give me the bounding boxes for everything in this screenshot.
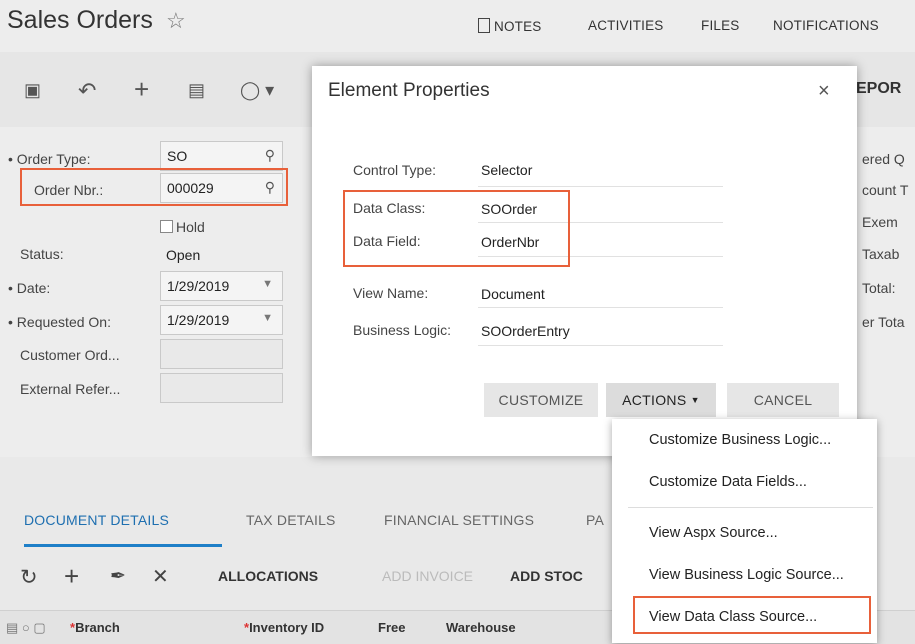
menu-divider (628, 507, 873, 508)
status-value: Open (166, 247, 201, 263)
reports-menu[interactable]: EPOR (856, 80, 901, 98)
cancel-button[interactable]: CANCEL (727, 383, 839, 417)
tab-document-details[interactable]: DOCUMENT DETAILS (24, 512, 169, 528)
right-col-label: count T (862, 182, 909, 198)
allocations-button[interactable]: ALLOCATIONS (218, 568, 318, 584)
order-nbr-highlight (20, 168, 288, 206)
dialog-title: Element Properties (328, 80, 490, 101)
view-name-value: Document (481, 286, 545, 302)
close-icon[interactable]: × (818, 80, 830, 103)
view-name-label: View Name: (353, 285, 429, 301)
business-logic-label: Business Logic: (353, 322, 452, 338)
tab-financial-settings[interactable]: FINANCIAL SETTINGS (384, 512, 534, 528)
actions-button[interactable]: ACTIONS ▼ (606, 383, 716, 417)
business-logic-value: SOOrderEntry (481, 323, 570, 339)
order-type-field[interactable]: SO ⚲ (160, 141, 283, 171)
save-icon[interactable]: ▣ (24, 80, 41, 101)
add-row-icon[interactable]: + (64, 561, 79, 592)
divider (478, 345, 723, 346)
menu-item-customize-data-fields[interactable]: Customize Data Fields... (649, 474, 807, 490)
delete-row-icon[interactable]: ✕ (152, 564, 169, 589)
external-ref-field[interactable] (160, 373, 283, 403)
view-data-class-source-highlight (633, 596, 871, 634)
divider (478, 307, 723, 308)
undo-icon[interactable]: ↶ (78, 78, 96, 104)
right-col-label: ered Q (862, 151, 905, 167)
menu-item-view-aspx-source[interactable]: View Aspx Source... (649, 525, 778, 541)
edit-icon[interactable]: ✒ (110, 565, 126, 588)
date-field[interactable]: 1/29/2019 ▼ (160, 271, 283, 301)
right-col-label: Taxab (862, 246, 900, 262)
add-icon[interactable]: + (134, 74, 149, 105)
column-free[interactable]: Free (378, 620, 405, 635)
column-inventory-id[interactable]: *Inventory ID (244, 620, 324, 635)
customize-button[interactable]: CUSTOMIZE (484, 383, 598, 417)
add-invoice-button[interactable]: ADD INVOICE (382, 568, 473, 584)
checkbox-icon (160, 220, 173, 233)
refresh-icon[interactable]: ↻ (20, 565, 38, 590)
notifications-link[interactable]: NOTIFICATIONS (773, 18, 879, 33)
menu-item-customize-business-logic[interactable]: Customize Business Logic... (649, 432, 831, 448)
right-col-label: er Tota (862, 314, 905, 330)
add-stock-button[interactable]: ADD STOC (510, 568, 583, 584)
status-label: Status: (20, 246, 64, 262)
hold-checkbox[interactable]: Hold (160, 219, 205, 235)
notes-link[interactable]: NOTES (478, 18, 542, 34)
chevron-down-icon[interactable]: ▼ (262, 312, 273, 324)
customer-ord-field[interactable] (160, 339, 283, 369)
activities-link[interactable]: ACTIVITIES (588, 18, 664, 33)
data-class-field-highlight (343, 190, 570, 267)
chevron-down-icon[interactable]: ▼ (262, 278, 273, 290)
tab-tax-details[interactable]: TAX DETAILS (246, 512, 336, 528)
grid-icons: ▤ ○ ▢ (6, 620, 46, 635)
chevron-down-icon: ▼ (690, 395, 700, 405)
column-branch[interactable]: *Branch (70, 620, 120, 635)
copy-paste-icon[interactable]: ◯ ▾ (240, 80, 274, 101)
control-type-label: Control Type: (353, 162, 437, 178)
date-label: • Date: (8, 280, 51, 296)
column-warehouse[interactable]: Warehouse (446, 620, 516, 635)
files-link[interactable]: FILES (701, 18, 740, 33)
favorite-star-icon[interactable]: ☆ (166, 8, 186, 34)
menu-item-view-business-logic-source[interactable]: View Business Logic Source... (649, 567, 844, 583)
order-type-label: • Order Type: (8, 151, 91, 167)
divider (478, 186, 723, 187)
control-type-value: Selector (481, 162, 533, 178)
right-col-label: Total: (862, 280, 896, 296)
tab-partial[interactable]: PA (586, 512, 604, 528)
requested-on-label: • Requested On: (8, 314, 111, 330)
right-col-label: Exem (862, 214, 898, 230)
delete-icon[interactable]: ▤ (188, 80, 205, 101)
customer-ord-label: Customer Ord... (20, 347, 120, 363)
notes-icon (478, 18, 490, 33)
external-ref-label: External Refer... (20, 381, 121, 397)
active-tab-indicator (24, 544, 222, 547)
page-title: Sales Orders (7, 6, 153, 34)
requested-on-field[interactable]: 1/29/2019 ▼ (160, 305, 283, 335)
search-icon[interactable]: ⚲ (265, 147, 275, 164)
